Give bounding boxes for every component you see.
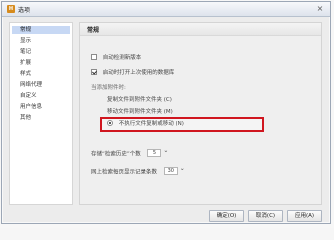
options-dialog: H 选项 × 常规 显示 笔记 扩展 样式 网络代理 自定义 用户信息 其他 常… [1, 1, 331, 224]
sidebar-item-label: 样式 [20, 71, 32, 77]
screenshot-page: H 选项 × 常规 显示 笔记 扩展 样式 网络代理 自定义 用户信息 其他 常… [0, 0, 334, 228]
sidebar-item-user-info[interactable]: 用户信息 [12, 103, 70, 111]
sidebar-item-extensions[interactable]: 扩展 [12, 59, 70, 67]
history-label: 存储“检索历史”个数 [91, 151, 141, 158]
dialog-footer: 确定(O) 取消(C) 应用(A) [209, 210, 325, 222]
auto-update-row[interactable]: 自动检测新版本 [91, 53, 142, 62]
move-file-label: 移动文件到附件文件夹 (M) [107, 109, 173, 115]
section-title: 常规 [87, 27, 100, 34]
sidebar-item-notes[interactable]: 笔记 [12, 48, 70, 56]
sidebar-item-label: 显示 [20, 38, 32, 44]
sidebar-item-label: 常规 [20, 27, 32, 33]
sidebar-item-general[interactable]: 常规 [12, 26, 70, 34]
attachment-heading: 当添加附件时: [91, 84, 126, 92]
sidebar-item-label: 扩展 [20, 60, 32, 66]
startup-load-label: 启动时打开上次使用的数据库 [102, 70, 175, 76]
online-count-spinner[interactable]: 30 [163, 166, 185, 175]
auto-update-checkbox[interactable] [91, 53, 97, 60]
apply-button[interactable]: 应用(A) [287, 210, 322, 222]
no-copy-option[interactable]: 不执行文件复制或移动 (N) [107, 119, 184, 128]
sidebar-item-other[interactable]: 其他 [12, 114, 70, 122]
online-label: 网上检索每页显示记录条数 [91, 169, 158, 176]
attachment-heading-label: 当添加附件时: [91, 85, 126, 91]
startup-load-checkbox[interactable] [91, 68, 97, 75]
app-icon: H [7, 5, 15, 13]
copy-file-option[interactable]: 复制文件到附件文件夹 (C) [107, 96, 172, 104]
no-copy-label: 不执行文件复制或移动 (N) [118, 121, 184, 127]
no-copy-radio[interactable] [107, 119, 113, 126]
settings-content: 常规 自动检测新版本 启动时打开上次使用的数据库 当添加附件时: 复制文件到附件… [79, 22, 322, 205]
settings-sidebar: 常规 显示 笔记 扩展 样式 网络代理 自定义 用户信息 其他 [9, 22, 73, 205]
sidebar-item-custom[interactable]: 自定义 [12, 92, 70, 100]
section-header: 常规 [80, 23, 321, 36]
close-button[interactable]: × [314, 4, 326, 14]
sidebar-item-label: 网络代理 [20, 82, 43, 88]
dialog-title: 选项 [18, 7, 31, 14]
dialog-titlebar: H 选项 × [2, 2, 330, 17]
sidebar-item-label: 其他 [20, 115, 32, 121]
cancel-button[interactable]: 取消(C) [248, 210, 283, 222]
history-count-spinner[interactable]: 5 [147, 148, 168, 157]
sidebar-item-style[interactable]: 样式 [12, 70, 70, 78]
auto-update-label: 自动检测新版本 [102, 55, 142, 61]
startup-load-row[interactable]: 启动时打开上次使用的数据库 [91, 68, 175, 77]
sidebar-item-label: 自定义 [20, 93, 37, 99]
online-row: 网上检索每页显示记录条数 30 [91, 166, 185, 176]
sidebar-item-network-proxy[interactable]: 网络代理 [12, 81, 70, 89]
sidebar-item-display[interactable]: 显示 [12, 37, 70, 45]
move-file-option[interactable]: 移动文件到附件文件夹 (M) [107, 108, 173, 116]
ok-button[interactable]: 确定(O) [209, 210, 244, 222]
history-row: 存储“检索历史”个数 5 [91, 148, 168, 158]
copy-file-label: 复制文件到附件文件夹 (C) [107, 97, 172, 103]
sidebar-item-label: 用户信息 [20, 104, 43, 110]
sidebar-item-label: 笔记 [20, 49, 32, 55]
